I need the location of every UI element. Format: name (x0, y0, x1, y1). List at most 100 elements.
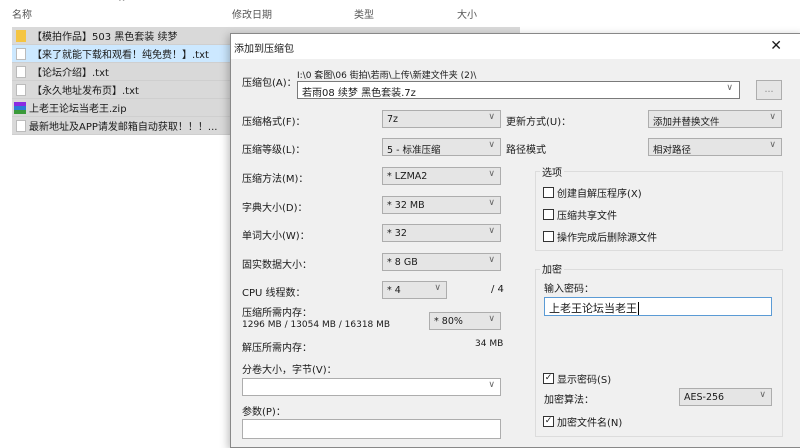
chevron-down-icon: ∨ (488, 169, 495, 179)
cpu-threads-label: CPU 线程数： (242, 288, 306, 299)
solid-size-value: * 8 GB (387, 257, 418, 268)
text-file-icon (16, 65, 26, 78)
file-name: 最新地址及APP请发邮箱自动获取！！！... (29, 122, 218, 133)
text-file-icon (16, 47, 26, 60)
create-sfx-checkbox[interactable]: 创建自解压程序(X) (543, 185, 642, 200)
compress-shared-checkbox[interactable]: 压缩共享文件 (543, 207, 617, 222)
password-value: 上老王论坛当老王 (549, 302, 637, 315)
parameters-label: 参数(P)： (242, 407, 286, 418)
path-mode-value: 相对路径 (653, 145, 692, 156)
browse-button[interactable]: ... (756, 80, 782, 100)
checkbox-label: 加密文件名(N) (557, 418, 623, 429)
chevron-down-icon: ∨ (759, 390, 766, 400)
password-label: 输入密码： (544, 284, 594, 295)
format-label: 压缩格式(F)： (242, 117, 306, 128)
checkbox-label: 操作完成后删除源文件 (557, 233, 657, 244)
winrar-archive-icon (14, 101, 26, 114)
column-size[interactable]: 大小 (457, 6, 477, 21)
algorithm-value: AES-256 (684, 392, 725, 403)
file-name: 上老王论坛当老王.zip (29, 104, 127, 115)
options-title: 选项 (540, 164, 564, 179)
folder-icon (16, 29, 26, 42)
archive-label: 压缩包(A)： (242, 78, 297, 89)
checkmark-icon: ✓ (543, 416, 554, 427)
method-value: * LZMA2 (387, 171, 428, 182)
checkbox-icon (543, 231, 554, 242)
show-password-checkbox[interactable]: ✓ 显示密码(S) (543, 371, 611, 386)
text-cursor (638, 302, 639, 315)
parameters-input[interactable] (242, 419, 501, 439)
cpu-threads-max: / 4 (491, 284, 504, 295)
checkmark-icon: ✓ (543, 373, 554, 384)
archive-name-value: 若雨08 续梦 黑色套装.7z (302, 88, 416, 99)
sort-arrow-icon: ^ (118, 0, 126, 8)
chevron-down-icon: ∨ (488, 255, 495, 265)
word-size-label: 单词大小(W)： (242, 231, 310, 242)
format-value: 7z (387, 114, 399, 125)
decompress-memory-label: 解压所需内存： (242, 343, 312, 354)
file-name: 【模拍作品】503 黑色套装 续梦 (32, 32, 178, 43)
memory-percent-value: * 80% (434, 316, 463, 327)
level-value: 5 - 标准压缩 (387, 145, 441, 156)
text-file-icon (16, 119, 26, 132)
chevron-down-icon: ∨ (488, 226, 495, 236)
chevron-down-icon: ∨ (488, 112, 495, 122)
chevron-down-icon: ∨ (726, 83, 733, 93)
format-select[interactable]: 7z ∨ (382, 110, 501, 128)
file-name: 【来了就能下载和观看！纯免费！】.txt (32, 50, 209, 61)
method-label: 压缩方法(M)： (242, 174, 309, 185)
file-name: 【论坛介绍】.txt (32, 68, 109, 79)
level-select[interactable]: 5 - 标准压缩 ∨ (382, 138, 501, 156)
chevron-down-icon: ∨ (488, 140, 495, 150)
cpu-threads-select[interactable]: * 4 ∨ (382, 281, 447, 299)
solid-size-label: 固实数据大小： (242, 260, 312, 271)
word-size-select[interactable]: * 32 ∨ (382, 224, 501, 242)
column-type[interactable]: 类型 (354, 6, 374, 21)
chevron-down-icon: ∨ (434, 283, 441, 293)
memory-percent-select[interactable]: * 80% ∨ (429, 312, 501, 330)
password-input[interactable]: 上老王论坛当老王 (544, 297, 772, 316)
chevron-down-icon: ∨ (488, 380, 495, 390)
level-label: 压缩等级(L)： (242, 145, 306, 156)
split-size-combobox[interactable]: ∨ (242, 378, 501, 396)
text-file-icon (16, 83, 26, 96)
word-size-value: * 32 (387, 228, 407, 239)
compress-memory-values: 1296 MB / 13054 MB / 16318 MB (242, 320, 391, 330)
column-date[interactable]: 修改日期 (232, 6, 272, 21)
update-mode-value: 添加并替换文件 (653, 117, 720, 128)
algorithm-select[interactable]: AES-256 ∨ (679, 388, 772, 406)
method-select[interactable]: * LZMA2 ∨ (382, 167, 501, 185)
split-size-label: 分卷大小，字节(V)： (242, 365, 337, 376)
dictionary-value: * 32 MB (387, 200, 425, 211)
chevron-down-icon: ∨ (769, 112, 776, 122)
checkbox-label: 创建自解压程序(X) (557, 189, 642, 200)
checkbox-label: 显示密码(S) (557, 375, 612, 386)
update-mode-select[interactable]: 添加并替换文件 ∨ (648, 110, 782, 128)
add-to-archive-dialog: 添加到压缩包 ✕ 压缩包(A)： I:\0 套图\06 街拍\若雨\上传\新建文… (230, 33, 800, 448)
checkbox-icon (543, 187, 554, 198)
cpu-threads-value: * 4 (387, 285, 401, 296)
algorithm-label: 加密算法： (544, 395, 594, 406)
delete-after-checkbox[interactable]: 操作完成后删除源文件 (543, 229, 657, 244)
chevron-down-icon: ∨ (488, 198, 495, 208)
dictionary-select[interactable]: * 32 MB ∨ (382, 196, 501, 214)
encryption-title: 加密 (540, 261, 564, 276)
path-mode-select[interactable]: 相对路径 ∨ (648, 138, 782, 156)
archive-path: I:\0 套图\06 街拍\若雨\上传\新建文件夹 (2)\ (297, 71, 477, 81)
solid-size-select[interactable]: * 8 GB ∨ (382, 253, 501, 271)
checkbox-icon (543, 209, 554, 220)
close-icon[interactable]: ✕ (770, 38, 782, 54)
update-mode-label: 更新方式(U)： (506, 117, 572, 128)
file-name: 【永久地址发布页】.txt (32, 86, 139, 97)
compress-memory-label: 压缩所需内存： (242, 308, 312, 319)
archive-name-input[interactable]: 若雨08 续梦 黑色套装.7z ∨ (297, 81, 740, 99)
chevron-down-icon: ∨ (488, 314, 495, 324)
dialog-title: 添加到压缩包 (231, 34, 800, 59)
path-mode-label: 路径模式 (506, 145, 546, 156)
dictionary-label: 字典大小(D)： (242, 203, 308, 214)
chevron-down-icon: ∨ (769, 140, 776, 150)
decompress-memory-value: 34 MB (475, 339, 504, 349)
column-name[interactable]: 名称 (12, 6, 32, 21)
encrypt-names-checkbox[interactable]: ✓ 加密文件名(N) (543, 414, 622, 429)
checkbox-label: 压缩共享文件 (557, 211, 617, 222)
